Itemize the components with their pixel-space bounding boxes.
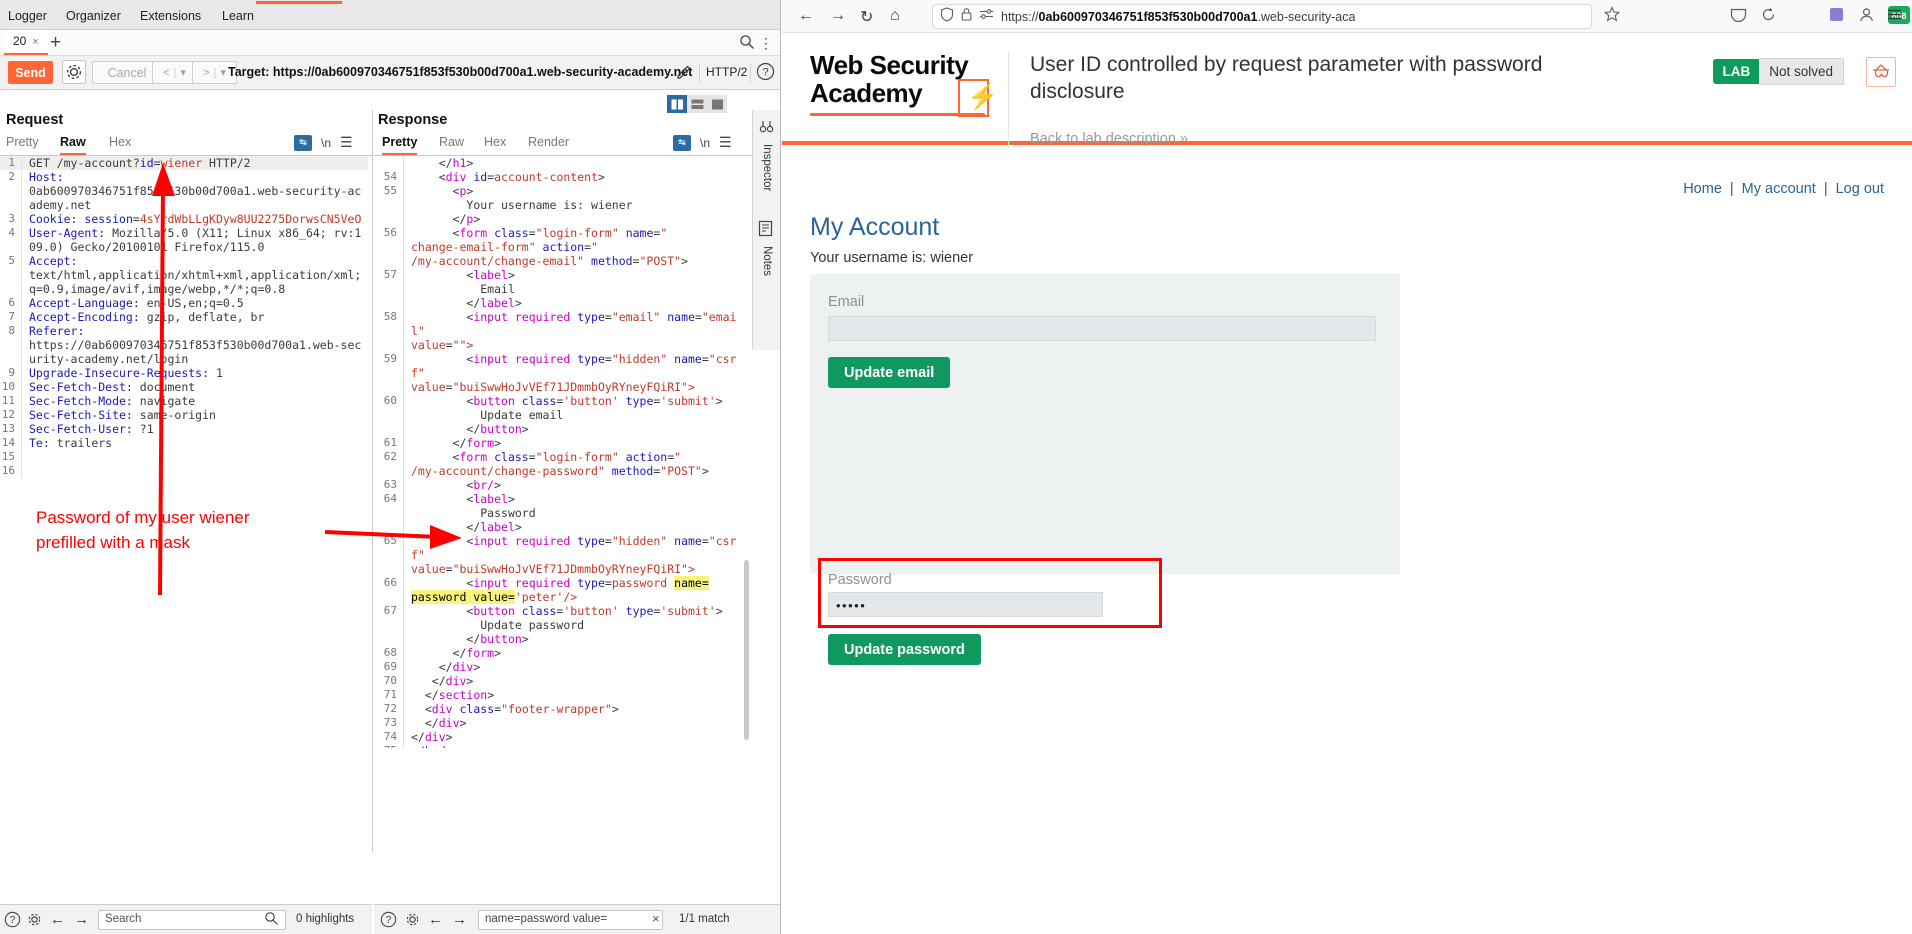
arrow-right-icon[interactable]: →	[74, 911, 89, 928]
account-icon[interactable]	[1858, 6, 1875, 28]
logo-line-1: Web Security	[810, 50, 969, 80]
response-search-input[interactable]: name=password value=	[478, 910, 663, 930]
header-divider	[1008, 51, 1009, 161]
lock-icon[interactable]	[961, 7, 972, 26]
nav-link-logout[interactable]: Log out	[1836, 181, 1884, 197]
request-highlight-count: 0 highlights	[296, 913, 355, 925]
account-forms-card: Email Update email Password ••••• Update…	[810, 274, 1400, 665]
back-to-lab-description-link[interactable]: Back to lab description »	[1030, 131, 1188, 147]
nav-sep: |	[1823, 181, 1828, 197]
password-label: Password	[828, 572, 892, 588]
response-status-bar: ? ← → name=password value= × 1/1 match	[374, 904, 780, 934]
gear-icon[interactable]	[404, 911, 421, 933]
lab-status-badge: LAB Not solved	[1713, 57, 1844, 85]
page-title: My Account	[810, 213, 940, 241]
reload-icon[interactable]: ↻	[860, 7, 873, 27]
lab-status-label: Not solved	[1759, 57, 1844, 85]
lightning-bolt-icon: ⚡	[958, 79, 998, 117]
burp-suite-window: Logger Organizer Extensions Learn 20 × + …	[0, 0, 781, 934]
annotation-arrow-to-response	[324, 525, 462, 549]
nav-link-home[interactable]: Home	[1683, 181, 1722, 197]
lab-badge-label: LAB	[1713, 58, 1760, 84]
update-email-button[interactable]: Update email	[828, 357, 951, 388]
nav-link-my-account[interactable]: My account	[1742, 181, 1816, 197]
username-text: Your username is: wiener	[810, 250, 974, 266]
hacker-avatar-icon[interactable]	[1866, 57, 1896, 87]
web-security-academy-logo: Web Security Academy ⚡	[810, 50, 998, 117]
response-search-value: name=password value=	[485, 913, 608, 925]
arrow-left-icon[interactable]: ←	[428, 911, 443, 928]
url-text: https://0ab600970346751f853f530b00d700a1…	[1001, 10, 1355, 24]
arrow-left-icon[interactable]: ←	[50, 911, 65, 928]
firefox-window: ← → ↻ ⌂ https://0ab600970346751f853f530b…	[782, 0, 1912, 934]
arrow-right-icon[interactable]: →	[452, 911, 467, 928]
pocket-icon[interactable]	[1730, 6, 1747, 28]
request-search-placeholder: Search	[105, 913, 142, 925]
permissions-icon[interactable]	[979, 7, 994, 26]
help-icon[interactable]: ?	[380, 911, 397, 933]
search-icon[interactable]	[264, 911, 279, 931]
gear-icon[interactable]	[26, 911, 43, 933]
request-search-input[interactable]: Search	[98, 910, 286, 930]
url-prefix: https://	[1001, 9, 1039, 24]
password-input[interactable]: •••••	[828, 592, 1103, 617]
url-rest: .web-security-aca	[1257, 9, 1356, 24]
svg-text:?: ?	[10, 915, 16, 926]
request-status-bar: ? ← → Search 0 highlights	[0, 904, 372, 934]
lab-page-body: Home | My account | Log out My Account Your …	[782, 149, 1912, 934]
update-password-button[interactable]: Update password	[828, 634, 981, 665]
svg-text:?: ?	[386, 915, 392, 926]
browser-toolbar: ← → ↻ ⌂ https://0ab600970346751f853f530b…	[782, 0, 1912, 33]
address-bar[interactable]: https://0ab600970346751f853f530b00d700a1…	[932, 4, 1592, 29]
back-link-label: Back to lab description	[1030, 131, 1176, 147]
clear-search-icon[interactable]: ×	[652, 911, 660, 926]
shield-icon[interactable]	[940, 6, 954, 27]
extension-puzzle-icon[interactable]	[1828, 6, 1845, 28]
password-masked-value: •••••	[836, 598, 867, 613]
site-top-nav: Home | My account | Log out	[1683, 181, 1884, 197]
lab-header: Web Security Academy ⚡ User ID controlle…	[782, 33, 1912, 161]
email-input[interactable]	[828, 316, 1376, 341]
chevron-right-icon: »	[1179, 131, 1188, 147]
email-label: Email	[828, 294, 865, 310]
home-icon[interactable]: ⌂	[890, 7, 900, 25]
response-match-count: 1/1 match	[679, 913, 730, 925]
sync-icon[interactable]	[1760, 6, 1777, 28]
back-icon[interactable]: ←	[798, 7, 814, 25]
url-domain: 0ab600970346751f853f530b00d700a1	[1038, 9, 1258, 24]
lab-title: User ID controlled by request parameter …	[1030, 53, 1543, 103]
help-icon[interactable]: ?	[4, 911, 21, 933]
forward-icon[interactable]: →	[830, 7, 846, 25]
hamburger-menu-icon[interactable]	[1886, 6, 1903, 28]
bookmark-star-icon[interactable]	[1603, 6, 1621, 27]
nav-sep: |	[1729, 181, 1734, 197]
